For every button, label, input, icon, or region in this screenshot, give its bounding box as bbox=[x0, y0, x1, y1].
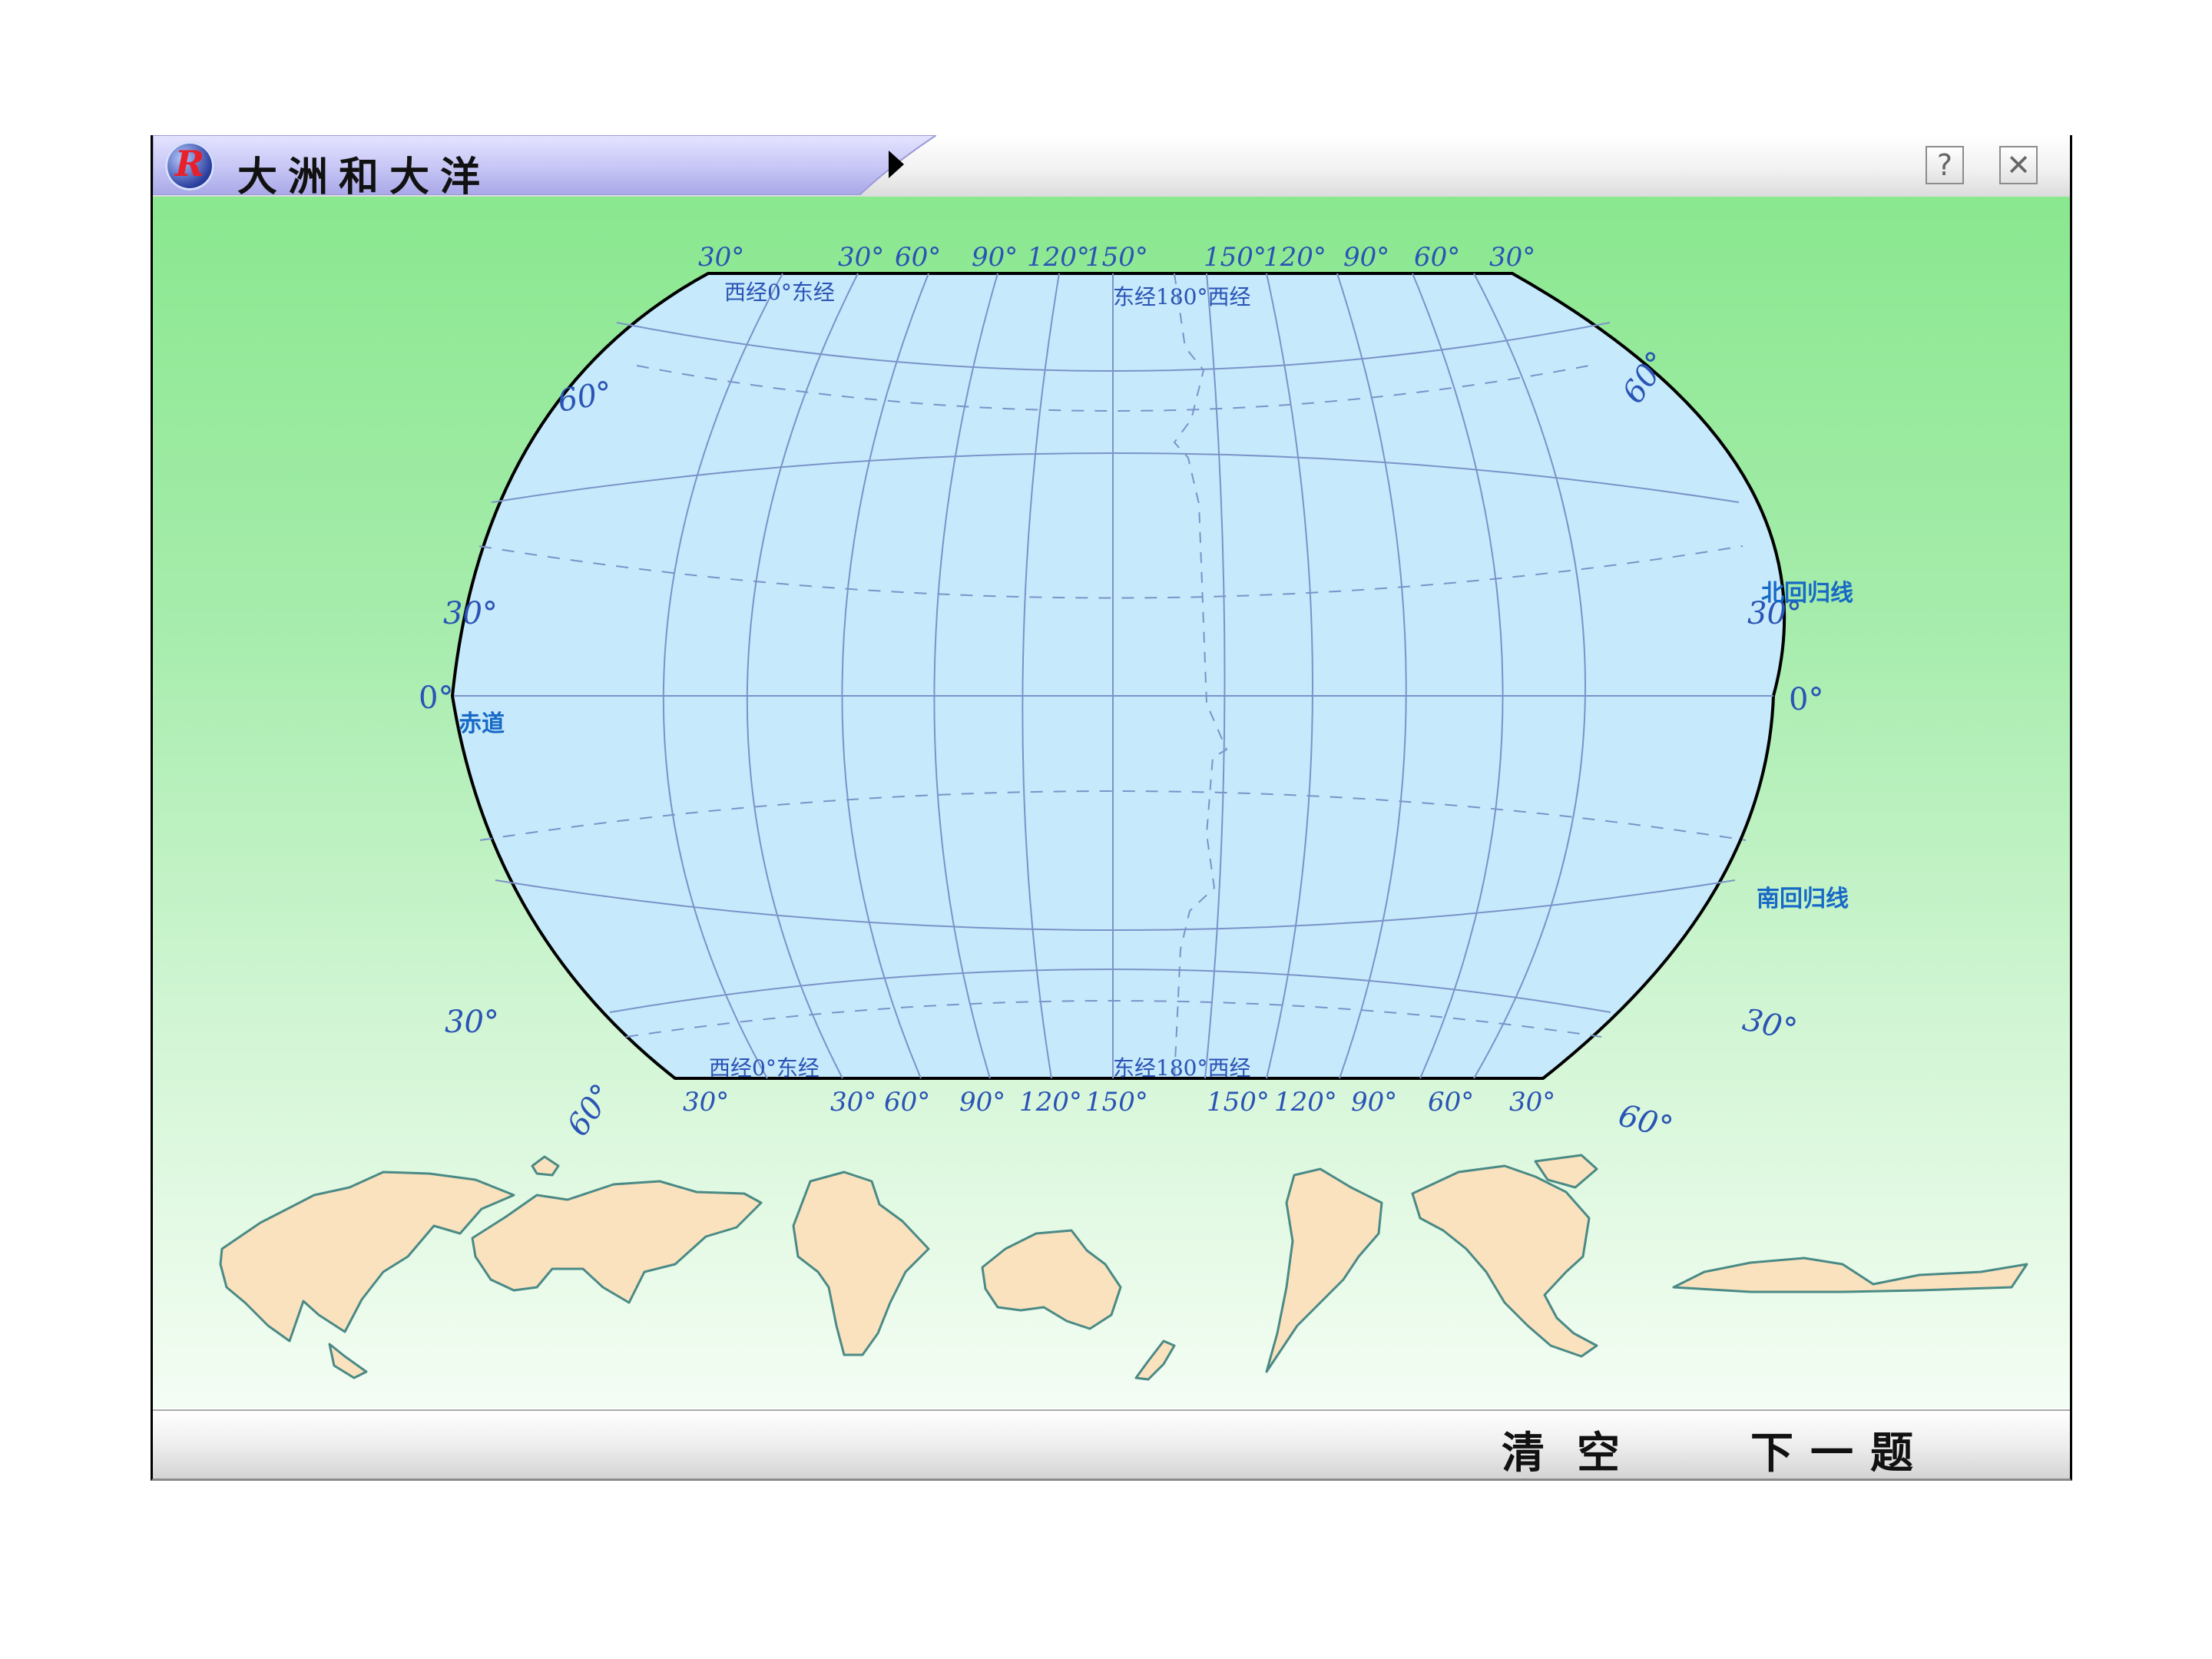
right-lat-label: 0° bbox=[1789, 682, 1823, 717]
continent-north-america[interactable] bbox=[1411, 1164, 1598, 1358]
continent-oceania[interactable] bbox=[981, 1229, 1122, 1330]
left-lat-label: 0° bbox=[419, 680, 453, 716]
bottom-toolbar: 清空 下一题 bbox=[153, 1409, 2070, 1479]
continent-europe[interactable] bbox=[471, 1180, 763, 1304]
top-lon-label: 120° bbox=[1027, 242, 1090, 273]
bottom-lon-label: 90° bbox=[1351, 1087, 1397, 1118]
bottom-lon-label: 60° bbox=[884, 1087, 930, 1118]
top-lon-label: 60° bbox=[895, 242, 941, 273]
title-bar: R 大洲和大洋 ? ✕ bbox=[153, 135, 2070, 200]
continent-asia-sea[interactable] bbox=[328, 1343, 368, 1379]
equator-label: 赤道 bbox=[459, 710, 505, 737]
continent-oceania-nz[interactable] bbox=[1134, 1339, 1176, 1381]
continent-south-america[interactable] bbox=[1265, 1167, 1383, 1373]
top-lon-label: 150° bbox=[1085, 242, 1148, 273]
window-title: 大洲和大洋 bbox=[237, 154, 492, 200]
continent-africa[interactable] bbox=[792, 1171, 930, 1356]
continent-antarctica[interactable] bbox=[1672, 1257, 2028, 1293]
continent-europe-island[interactable] bbox=[531, 1155, 560, 1177]
top-lon-label: 150° bbox=[1204, 242, 1267, 273]
clear-button[interactable]: 清空 bbox=[1502, 1419, 1652, 1479]
bottom-lon-label: 60° bbox=[1428, 1087, 1474, 1118]
antimeridian-label-bottom: 东经180°西经 bbox=[1113, 1055, 1250, 1081]
right-lat-label: 60° bbox=[1614, 1098, 1676, 1146]
bottom-lon-label: 150° bbox=[1207, 1087, 1270, 1118]
top-lon-label: 90° bbox=[972, 242, 1018, 273]
bottom-lon-label: 120° bbox=[1019, 1087, 1082, 1118]
bottom-lon-label: 120° bbox=[1274, 1087, 1337, 1118]
app-logo-icon: R bbox=[165, 141, 214, 190]
top-lon-label: 30° bbox=[698, 242, 744, 273]
help-button[interactable]: ? bbox=[1926, 146, 1964, 184]
antimeridian-label: 东经180°西经 bbox=[1113, 284, 1250, 310]
close-button[interactable]: ✕ bbox=[1999, 146, 2038, 184]
left-lat-label: 30° bbox=[445, 1005, 499, 1040]
bottom-lon-label: 30° bbox=[1509, 1087, 1555, 1118]
play-arrow-icon[interactable] bbox=[889, 151, 904, 178]
bottom-lon-label: 90° bbox=[959, 1087, 1005, 1118]
left-lat-label: 60° bbox=[561, 1078, 621, 1142]
bottom-lon-label: 150° bbox=[1085, 1087, 1148, 1118]
prime-meridian-label: 西经0°东经 bbox=[724, 280, 835, 305]
app-window: R 大洲和大洋 ? ✕ 30° 30° 60° 90° 120° 150° 15… bbox=[151, 135, 2072, 1481]
right-lat-label: 30° bbox=[1740, 1002, 1800, 1048]
map-stage: 30° 30° 60° 90° 120° 150° 150° 120° 90° … bbox=[153, 197, 2070, 1409]
bottom-lon-label: 30° bbox=[830, 1087, 876, 1118]
next-question-button[interactable]: 下一题 bbox=[1750, 1419, 1930, 1479]
top-lon-label: 60° bbox=[1414, 242, 1460, 273]
left-lat-label: 30° bbox=[443, 596, 498, 631]
bottom-lon-label: 30° bbox=[683, 1087, 729, 1118]
tropic-cancer-label: 北回归线 bbox=[1761, 580, 1853, 607]
logo-letter: R bbox=[174, 143, 205, 184]
top-lon-label: 30° bbox=[838, 242, 884, 273]
world-map: 30° 30° 60° 90° 120° 150° 150° 120° 90° … bbox=[219, 242, 2028, 1381]
top-lon-label: 30° bbox=[1489, 242, 1535, 273]
prime-meridian-label-bottom: 西经0°东经 bbox=[709, 1055, 820, 1081]
continent-asia[interactable] bbox=[219, 1171, 515, 1343]
tropic-capricorn-label: 南回归线 bbox=[1757, 886, 1849, 912]
top-lon-label: 120° bbox=[1263, 242, 1326, 273]
top-lon-label: 90° bbox=[1343, 242, 1389, 273]
